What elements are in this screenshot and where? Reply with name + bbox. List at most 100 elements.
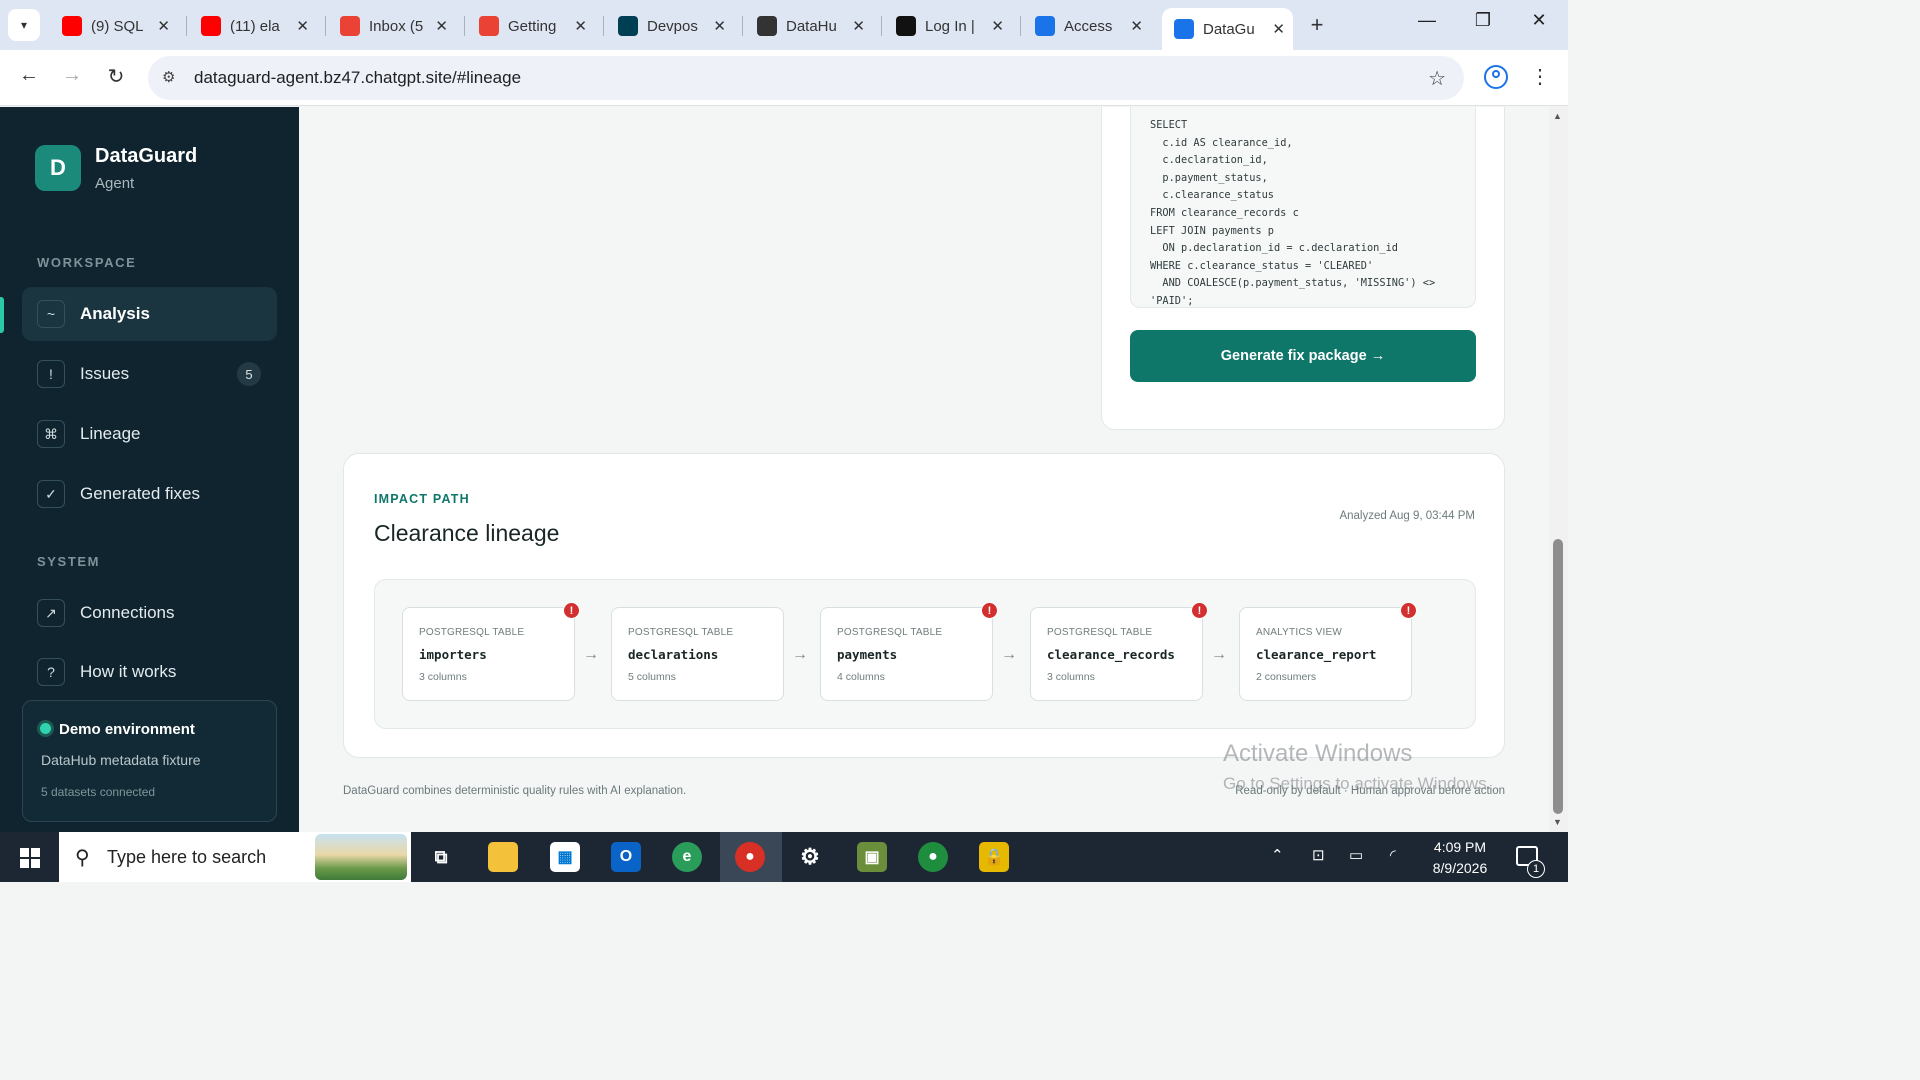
windows-taskbar: ⚲ Type here to search ⧉ ▦ O e ● ⚙ ▣ ● 🔒 …	[0, 832, 1568, 882]
tab-label: Inbox (5	[369, 17, 424, 35]
scroll-thumb[interactable]	[1553, 539, 1563, 814]
close-tab-icon[interactable]: ✕	[574, 17, 587, 35]
lineage-node[interactable]: POSTGRESQL TABLE clearance_records 3 colum…	[1030, 602, 1208, 701]
app-logo: D	[35, 145, 81, 191]
node-meta: 2 consumers	[1256, 671, 1317, 683]
lineage-node[interactable]: ANALYTICS VIEW clearance_report 2 consumer…	[1239, 602, 1417, 701]
sidebar-item-generated-fixes[interactable]: ✓ Generated fixes	[22, 467, 277, 521]
microsoft-store-icon[interactable]: ▦	[550, 842, 580, 872]
node-meta: 3 columns	[1047, 671, 1095, 683]
sidebar-item-label: How it works	[80, 662, 177, 681]
tab-label: (9) SQL	[91, 17, 144, 35]
chrome-icon[interactable]: ●	[735, 842, 765, 872]
browser-tab[interactable]: (9) SQL ✕	[50, 8, 178, 44]
close-tab-icon[interactable]: ✕	[1130, 17, 1143, 35]
alert-icon[interactable]: !	[1191, 602, 1208, 619]
sidebar-item-analysis[interactable]: ~ Analysis	[22, 287, 277, 341]
close-tab-icon[interactable]: ✕	[435, 17, 448, 35]
reload-button[interactable]: ↻	[103, 64, 129, 89]
tray-chevron-icon[interactable]: ⌃	[1271, 846, 1284, 864]
address-bar[interactable]: ⚙ dataguard-agent.bz47.chatgpt.site/#lin…	[148, 56, 1464, 100]
sql-text: SELECT c.id AS clearance_id, c.declarati…	[1150, 119, 1436, 307]
taskbar-search[interactable]: ⚲ Type here to search	[59, 832, 411, 882]
node-type: POSTGRESQL TABLE	[837, 627, 943, 638]
back-button[interactable]: ←	[16, 64, 42, 87]
clock-time: 4:09 PM	[1433, 839, 1487, 855]
node-type: POSTGRESQL TABLE	[1047, 627, 1153, 638]
close-tab-icon[interactable]: ✕	[157, 17, 170, 35]
scroll-up-arrow[interactable]: ▲	[1553, 111, 1562, 121]
file-explorer-icon[interactable]	[488, 842, 518, 872]
new-tab-button[interactable]: +	[1304, 12, 1330, 38]
lock-app-icon[interactable]: 🔒	[979, 842, 1009, 872]
url-text[interactable]: dataguard-agent.bz47.chatgpt.site/#linea…	[194, 68, 521, 88]
tab-separator	[186, 16, 187, 36]
package-icon[interactable]: ▣	[857, 842, 887, 872]
sidebar-item-lineage[interactable]: ⌘ Lineage	[22, 407, 277, 461]
browser-tab[interactable]: (11) ela ✕	[189, 8, 317, 44]
tab-separator	[325, 16, 326, 36]
sidebar-item-label: Connections	[80, 603, 175, 622]
meet-icon[interactable]: ⊡	[1312, 846, 1325, 864]
tab-label: Access	[1064, 17, 1113, 35]
outlook-icon[interactable]: O	[611, 842, 641, 872]
close-window-button[interactable]: ✕	[1524, 10, 1554, 31]
minimize-button[interactable]: —	[1412, 10, 1442, 31]
browser-toolbar: ← → ↻ ⚙ dataguard-agent.bz47.chatgpt.sit…	[0, 50, 1568, 106]
youtube-icon	[62, 16, 82, 36]
alert-icon[interactable]: !	[563, 602, 580, 619]
browser-tab[interactable]: DataGu ✕	[1162, 8, 1293, 50]
sidebar-item-how-it-works[interactable]: ? How it works	[22, 645, 277, 699]
battery-icon[interactable]: ▭	[1349, 846, 1363, 864]
close-tab-icon[interactable]: ✕	[713, 17, 726, 35]
alert-icon[interactable]: !	[1400, 602, 1417, 619]
close-tab-icon[interactable]: ✕	[852, 17, 865, 35]
scroll-down-arrow[interactable]: ▼	[1553, 817, 1562, 827]
bookmark-star-icon[interactable]: ☆	[1428, 66, 1446, 91]
restore-button[interactable]: ❐	[1468, 10, 1498, 31]
browser-tab[interactable]: Log In | ✕	[884, 8, 1012, 44]
tab-label: Devpos	[647, 17, 698, 35]
tab-label: Getting	[508, 17, 557, 35]
site-info-icon[interactable]: ⚙	[162, 68, 175, 86]
close-tab-icon[interactable]: ✕	[1272, 20, 1285, 38]
lineage-node[interactable]: POSTGRESQL TABLE importers 3 columns!	[402, 602, 580, 701]
browser-menu-icon[interactable]: ⋮	[1530, 64, 1550, 89]
system-clock[interactable]: 4:09 PM 8/9/2026	[1424, 837, 1496, 879]
tab-search-button[interactable]: ▾	[8, 9, 40, 41]
browser-tab[interactable]: Access ✕	[1023, 8, 1151, 44]
settings-icon[interactable]: ⚙	[795, 842, 825, 872]
sidebar-item-issues[interactable]: ! Issues 5	[22, 347, 277, 401]
alert-icon[interactable]: !	[981, 602, 998, 619]
page-scrollbar[interactable]: ▲ ▼	[1549, 107, 1568, 832]
generate-fix-package-button[interactable]: Generate fix package →	[1130, 330, 1476, 382]
browser-tab[interactable]: Getting ✕	[467, 8, 595, 44]
edge-icon[interactable]: e	[672, 842, 702, 872]
browser-tab[interactable]: Inbox (5 ✕	[328, 8, 456, 44]
browser-tab[interactable]: DataHu ✕	[745, 8, 873, 44]
browser-tab[interactable]: Devpos ✕	[606, 8, 734, 44]
close-tab-icon[interactable]: ✕	[991, 17, 1004, 35]
lineage-node[interactable]: POSTGRESQL TABLE payments 4 columns!	[820, 602, 998, 701]
impact-eyebrow: IMPACT PATH	[374, 492, 470, 506]
workspace-section-label: WORKSPACE	[37, 255, 137, 270]
task-view-icon[interactable]: ⧉	[426, 842, 456, 872]
forward-button[interactable]: →	[59, 64, 85, 87]
demo-subtitle: DataHub metadata fixture	[41, 752, 201, 768]
node-name: clearance_records	[1047, 647, 1175, 662]
start-button[interactable]	[20, 848, 40, 868]
tab-separator	[1020, 16, 1021, 36]
nav-icon: !	[37, 360, 65, 388]
sidebar-item-label: Issues	[80, 364, 130, 383]
nav-icon: ✓	[37, 480, 65, 508]
close-tab-icon[interactable]: ✕	[296, 17, 309, 35]
chrome-profile-icon[interactable]: ●	[918, 842, 948, 872]
footer-note: DataGuard combines deterministic quality…	[343, 785, 687, 797]
wifi-icon[interactable]: ◜	[1390, 846, 1396, 864]
profile-icon[interactable]	[1484, 65, 1508, 89]
gmail-icon	[340, 16, 360, 36]
sidebar-item-connections[interactable]: ↗ Connections	[22, 586, 277, 640]
status-dot	[40, 723, 51, 734]
lineage-node[interactable]: POSTGRESQL TABLE declarations 5 columns	[611, 607, 784, 701]
sidebar-item-label: Analysis	[80, 304, 150, 323]
